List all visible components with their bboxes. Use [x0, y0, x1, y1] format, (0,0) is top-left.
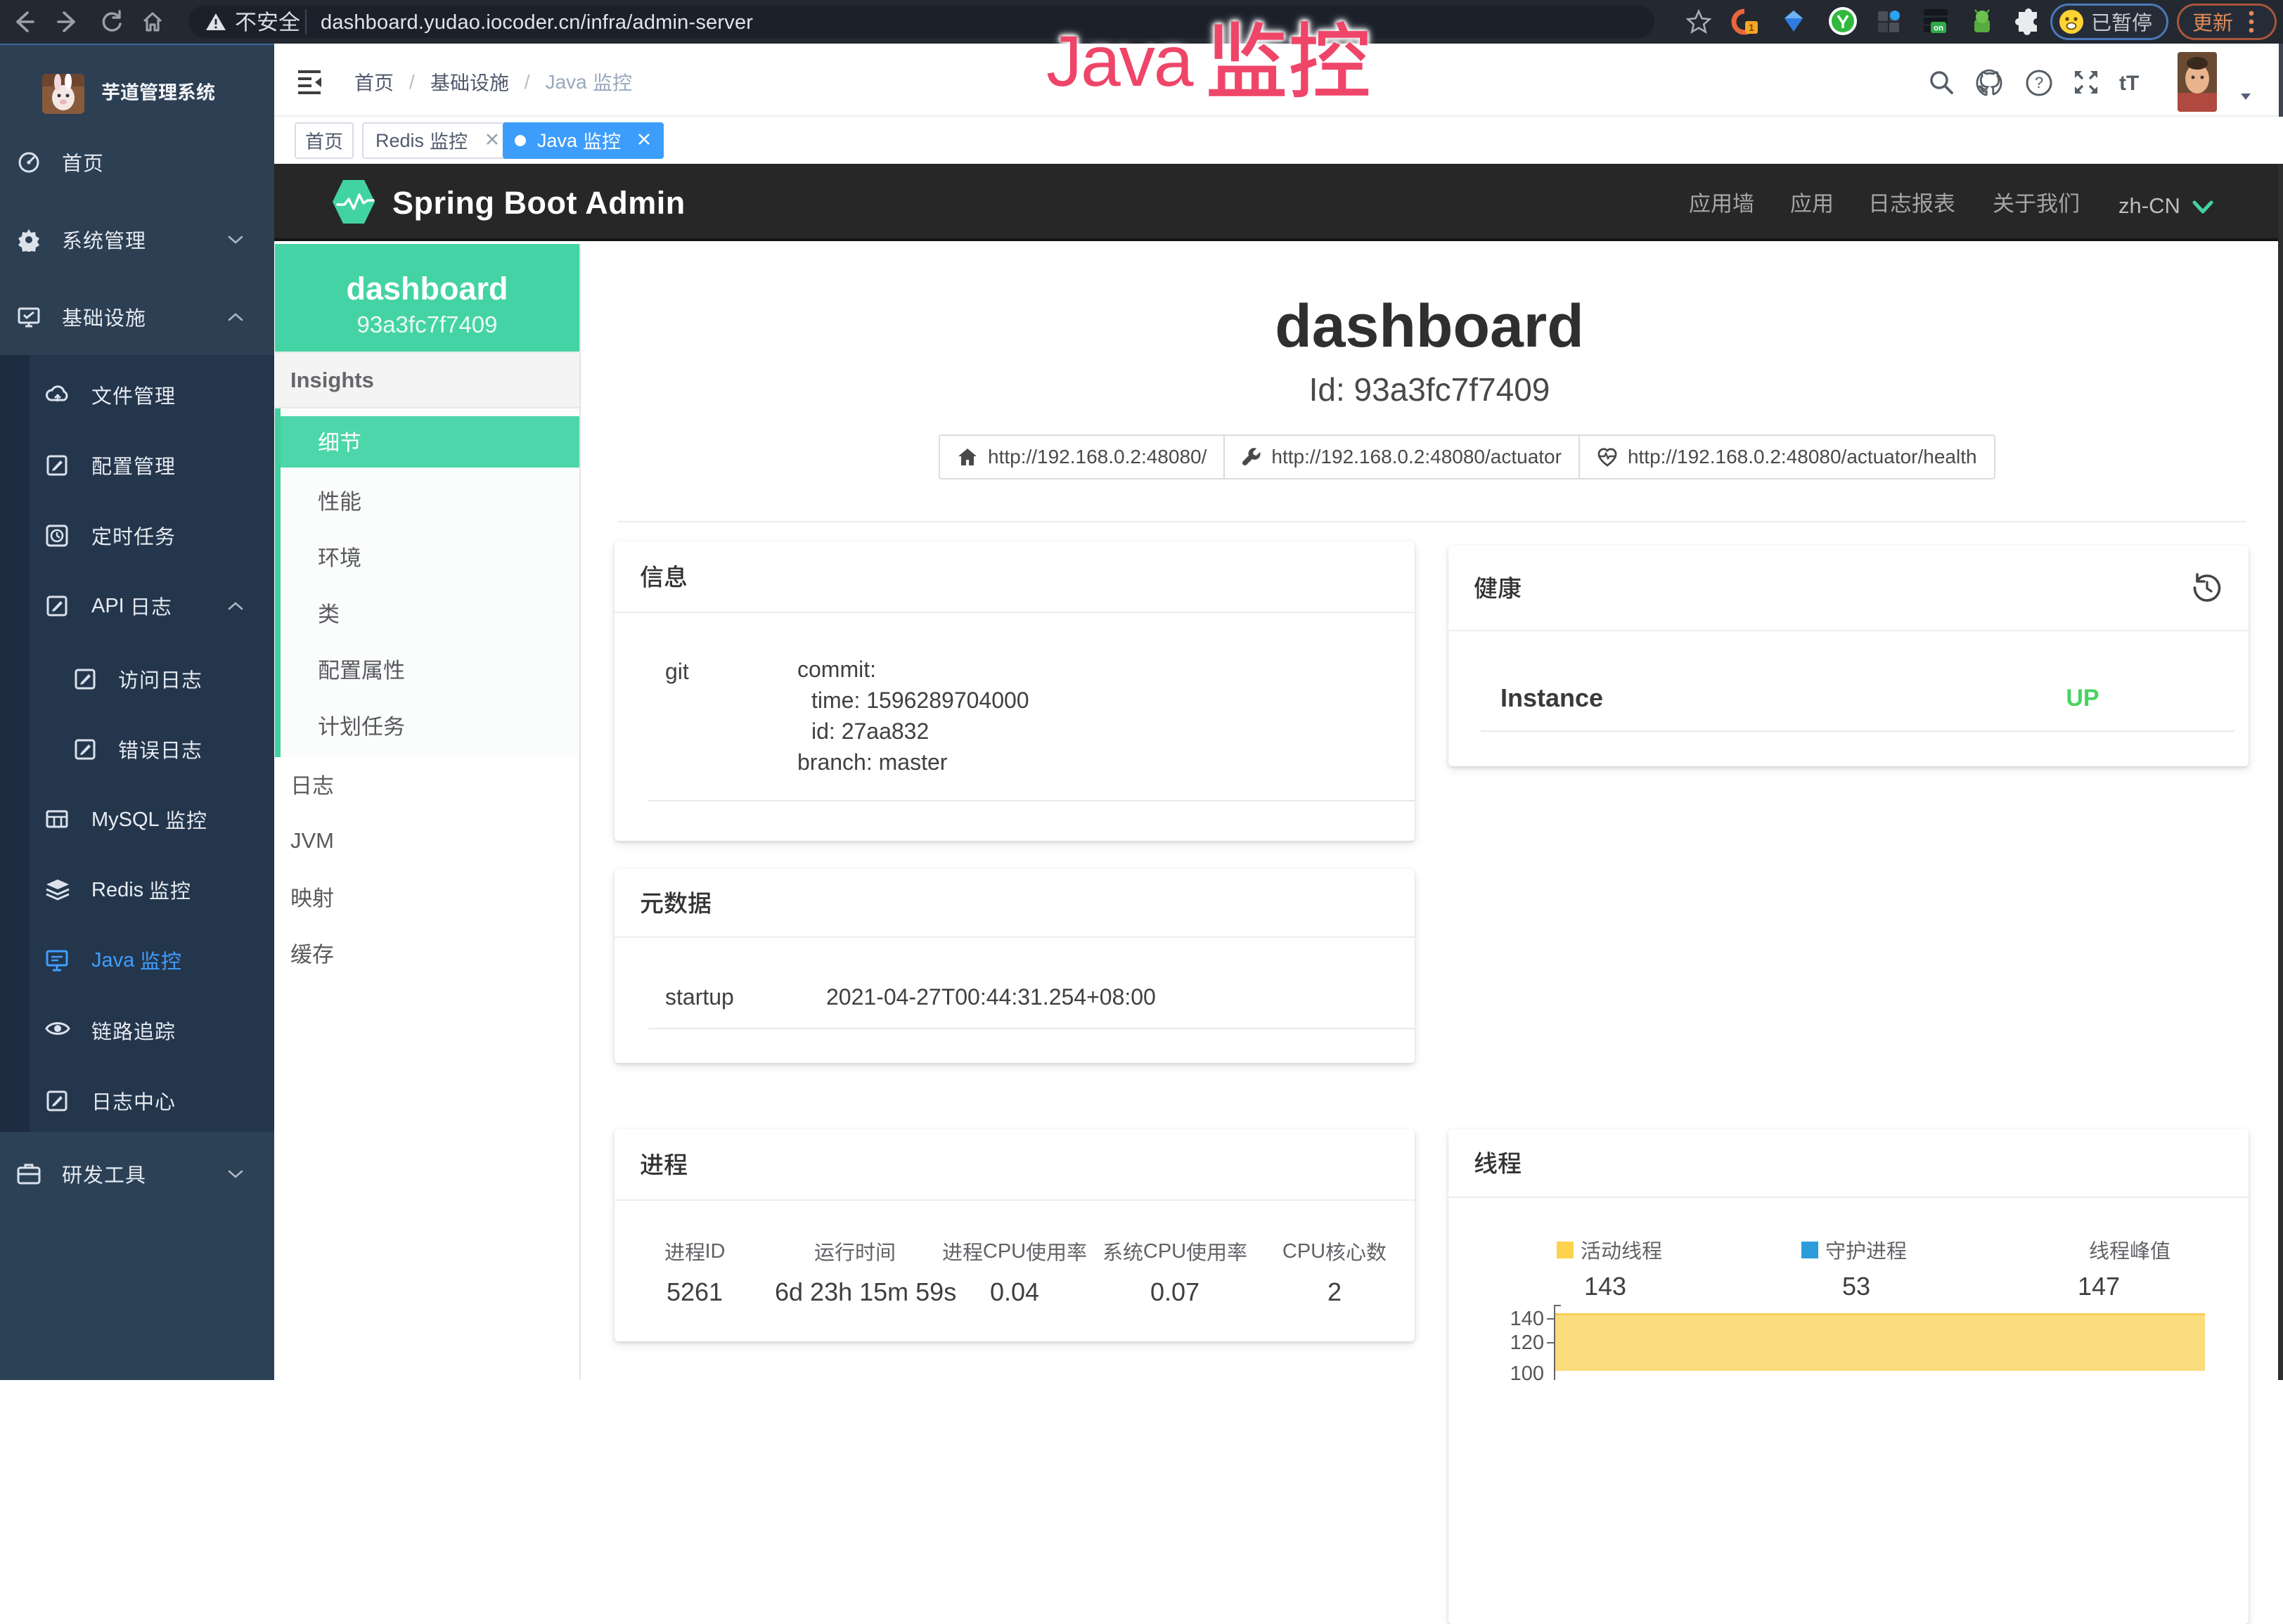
svg-text:on: on	[1934, 25, 1943, 33]
svg-text:?: ?	[2035, 74, 2043, 91]
svg-text:1: 1	[1749, 22, 1754, 33]
svg-text:tT: tT	[2119, 72, 2139, 95]
